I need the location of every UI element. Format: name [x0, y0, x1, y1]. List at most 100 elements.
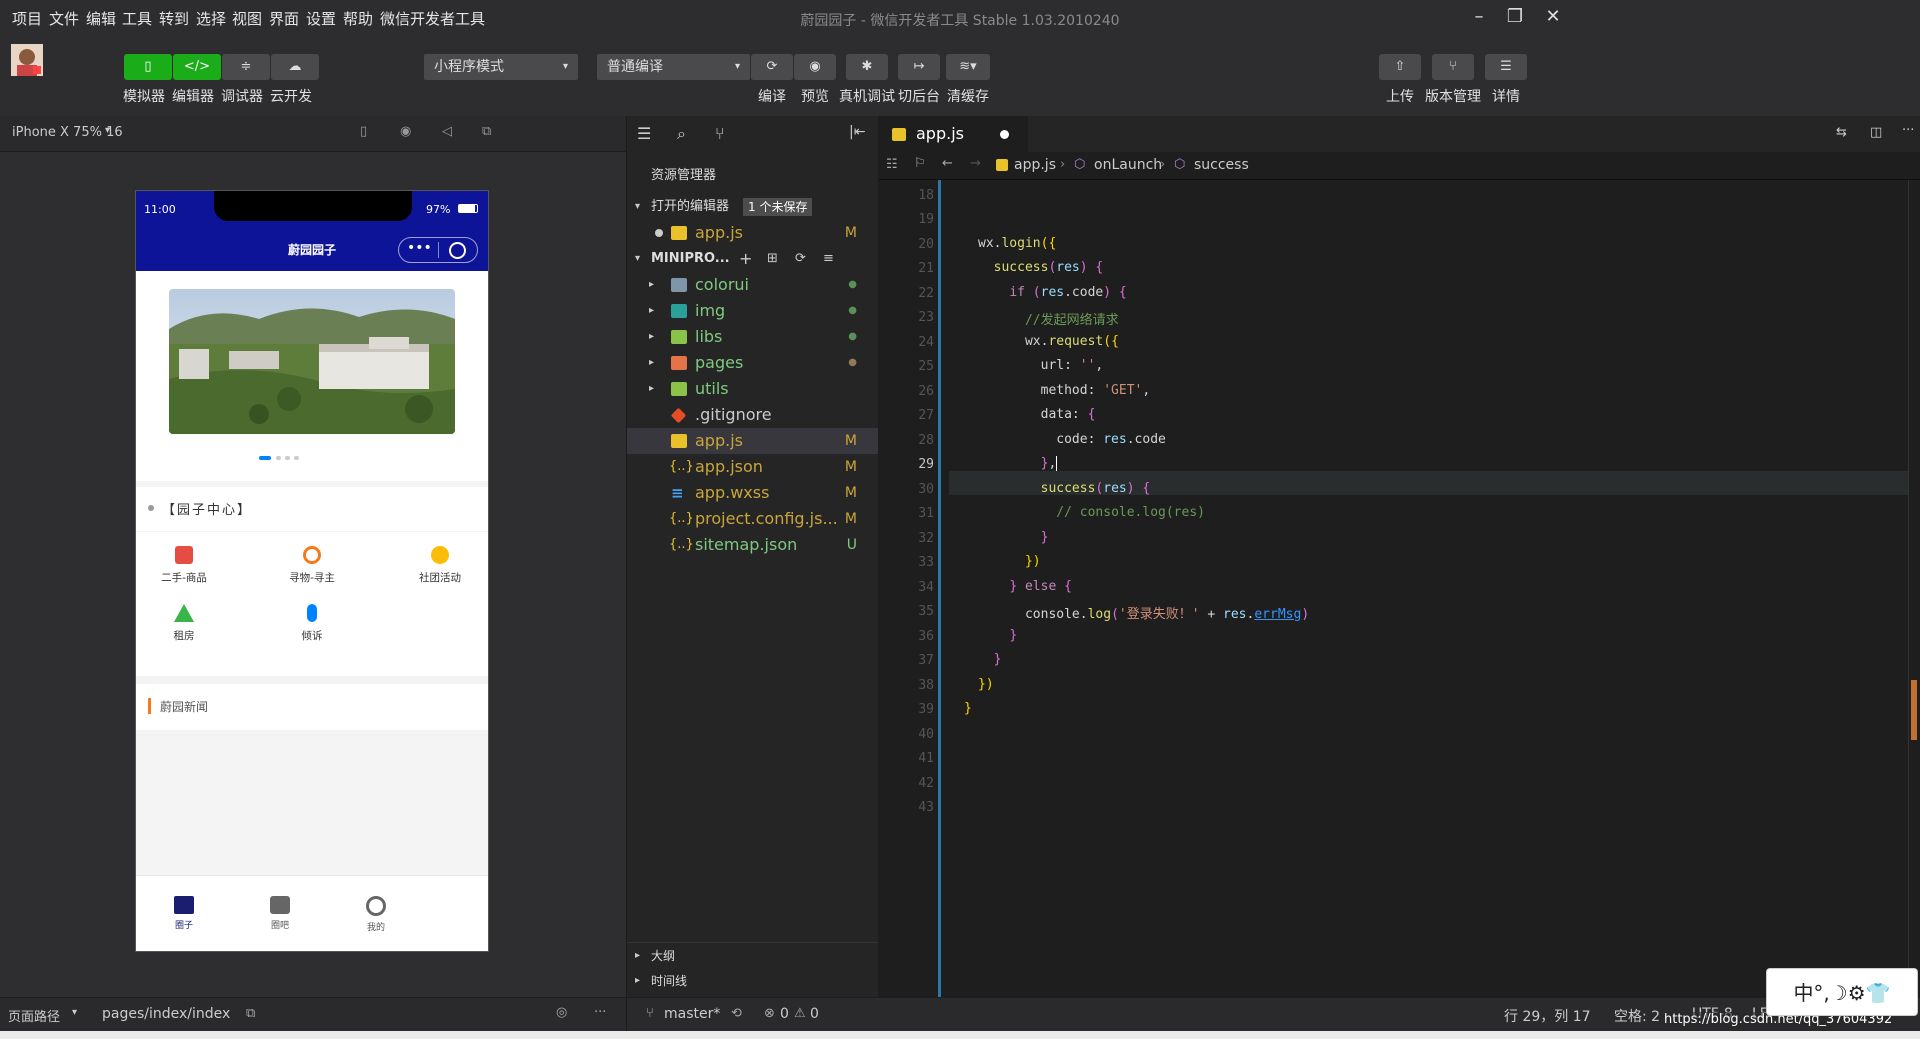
- unsaved-dot-icon[interactable]: [1000, 130, 1009, 139]
- chevron-down-icon[interactable]: ▾: [105, 125, 110, 136]
- tree-item-app-json[interactable]: {..} app.json M: [627, 454, 879, 480]
- warning-count[interactable]: 0: [810, 1006, 819, 1022]
- back-icon[interactable]: ←: [942, 156, 953, 171]
- minimize-icon[interactable]: –: [1466, 6, 1492, 30]
- window-icon[interactable]: ⧉: [482, 124, 491, 139]
- grid-item-clubs[interactable]: 社团活动: [395, 546, 485, 585]
- debugger-toggle-button[interactable]: ≑: [222, 54, 270, 80]
- tree-item-project-config[interactable]: {..} project.config.js... M: [627, 506, 879, 532]
- list-icon[interactable]: ☰: [637, 124, 651, 143]
- scrollbar-thumb[interactable]: [1911, 680, 1917, 740]
- error-icon[interactable]: ⊗: [764, 1006, 775, 1021]
- record-icon[interactable]: ◉: [400, 124, 411, 139]
- code-editor[interactable]: 1718192021222324252627282930313233343536…: [878, 180, 1920, 997]
- chevron-down-icon[interactable]: ▾: [72, 1007, 77, 1018]
- version-button[interactable]: ⑂: [1432, 54, 1474, 80]
- new-folder-icon[interactable]: ⊞: [767, 246, 778, 272]
- cloud-dev-label: 云开发: [270, 89, 312, 105]
- tree-item-gitignore[interactable]: .gitignore: [627, 402, 879, 428]
- git-branch[interactable]: master*: [664, 1006, 720, 1022]
- open-editor-item[interactable]: app.js M: [627, 220, 879, 246]
- tree-item-colorui[interactable]: ▸ colorui ●: [627, 272, 879, 298]
- capsule-menu[interactable]: •••: [398, 237, 478, 263]
- tree-item-label: img: [695, 301, 726, 320]
- branch-icon[interactable]: ⑂: [715, 124, 725, 143]
- js-file-icon: [671, 226, 687, 240]
- line-number: 39: [918, 702, 934, 717]
- compare-icon[interactable]: ⇆: [1836, 125, 1847, 140]
- project-header[interactable]: ▾ MINIPRO... + ⊞ ⟳ ≡: [627, 246, 879, 272]
- close-icon[interactable]: ✕: [1540, 6, 1566, 30]
- clear-cache-button[interactable]: ≋▾: [946, 54, 990, 80]
- compile-button[interactable]: ⟳: [751, 54, 793, 80]
- ime-toolbar[interactable]: 中°,☽⚙👕: [1766, 968, 1918, 1016]
- copy-icon[interactable]: ⧉: [246, 1006, 255, 1021]
- preview-button[interactable]: ◉: [794, 54, 836, 80]
- search-icon[interactable]: ⌕: [677, 124, 686, 144]
- tree-item-sitemap[interactable]: {..} sitemap.json U: [627, 532, 879, 558]
- tree-item-libs[interactable]: ▸ libs ●: [627, 324, 879, 350]
- scrollbar[interactable]: [1908, 180, 1920, 997]
- grid-item-rent[interactable]: 租房: [139, 604, 229, 643]
- breadcrumb-method[interactable]: onLaunch: [1094, 157, 1162, 173]
- split-editor-icon[interactable]: ◫: [1870, 125, 1882, 140]
- unsaved-dot-icon[interactable]: [655, 229, 663, 237]
- indent-setting[interactable]: 空格: 2: [1614, 1006, 1660, 1026]
- banner-carousel[interactable]: [136, 271, 488, 481]
- grid-item-confide[interactable]: 倾诉: [267, 604, 357, 643]
- campus-photo[interactable]: [169, 289, 455, 434]
- eye-icon[interactable]: ◎: [556, 1005, 567, 1020]
- collapse-all-icon[interactable]: ≡: [823, 246, 834, 272]
- simulator-toggle-button[interactable]: ▯: [124, 54, 172, 80]
- outline-section[interactable]: ▸ 大纲: [627, 942, 879, 968]
- breadcrumb-file[interactable]: app.js: [1014, 157, 1056, 173]
- close-mini-icon[interactable]: [449, 242, 466, 259]
- more-icon[interactable]: ···: [1902, 123, 1914, 138]
- tab-forum[interactable]: 圈吧: [250, 896, 310, 931]
- background-button[interactable]: ↦: [898, 54, 940, 80]
- tree-item-utils[interactable]: ▸ utils: [627, 376, 879, 402]
- warning-icon[interactable]: ⚠: [794, 1006, 806, 1021]
- tree-item-pages[interactable]: ▸ pages ●: [627, 350, 879, 376]
- tree-item-app-wxss[interactable]: ≡ app.wxss M: [627, 480, 879, 506]
- layers-icon: [174, 896, 194, 914]
- compile-select[interactable]: 普通编译 ▾: [597, 54, 750, 80]
- details-button[interactable]: ☰: [1485, 54, 1527, 80]
- open-editors-header[interactable]: ▾ 打开的编辑器 1 个未保存: [627, 194, 879, 220]
- upload-button[interactable]: ⇧: [1379, 54, 1421, 80]
- timeline-section[interactable]: ▸ 时间线: [627, 968, 879, 994]
- collapse-panel-icon[interactable]: |⇤: [849, 124, 865, 140]
- breadcrumb-symbol[interactable]: success: [1194, 157, 1249, 173]
- volume-icon[interactable]: ◁: [442, 124, 452, 139]
- grid-item-lost-found[interactable]: 寻物-寻主: [267, 546, 357, 585]
- more-icon[interactable]: ···: [594, 1005, 606, 1020]
- more-icon[interactable]: •••: [407, 240, 432, 256]
- cursor-position[interactable]: 行 29，列 17: [1504, 1006, 1591, 1026]
- mode-select[interactable]: 小程序模式 ▾: [424, 54, 578, 80]
- bookmark-icon[interactable]: ⚐: [914, 156, 926, 171]
- avatar[interactable]: [11, 44, 43, 76]
- carousel-dot-active[interactable]: [259, 456, 271, 460]
- tree-item-img[interactable]: ▸ img ●: [627, 298, 879, 324]
- error-count[interactable]: 0: [780, 1006, 789, 1022]
- editor-toggle-button[interactable]: </>: [173, 54, 221, 80]
- list-icon[interactable]: ☷: [886, 157, 898, 172]
- explorer-panel: ☰ ⌕ ⑂ |⇤ 资源管理器 ▾ 打开的编辑器 1 个未保存 app.js M …: [626, 116, 879, 997]
- tab-me[interactable]: 我的: [346, 896, 406, 933]
- tree-item-app-js[interactable]: app.js M: [627, 428, 879, 454]
- grid-item-secondhand[interactable]: 二手-商品: [139, 546, 229, 585]
- cloud-dev-button[interactable]: ☁: [271, 54, 319, 80]
- carousel-dot[interactable]: [285, 456, 290, 460]
- carousel-dot[interactable]: [294, 456, 299, 460]
- tab-app-js[interactable]: app.js: [878, 116, 1028, 152]
- phone-icon[interactable]: ▯: [360, 124, 367, 139]
- sync-icon[interactable]: ⟲: [731, 1006, 742, 1021]
- forward-icon[interactable]: →: [970, 156, 981, 171]
- page-path-label[interactable]: 页面路径: [8, 1006, 60, 1025]
- carousel-dot[interactable]: [276, 456, 281, 460]
- remote-debug-button[interactable]: ✱: [846, 54, 888, 80]
- refresh-icon[interactable]: ⟳: [795, 246, 806, 272]
- tab-circle[interactable]: 圈子: [154, 896, 214, 931]
- restore-icon[interactable]: ❐: [1502, 6, 1528, 30]
- new-file-icon[interactable]: +: [739, 246, 752, 272]
